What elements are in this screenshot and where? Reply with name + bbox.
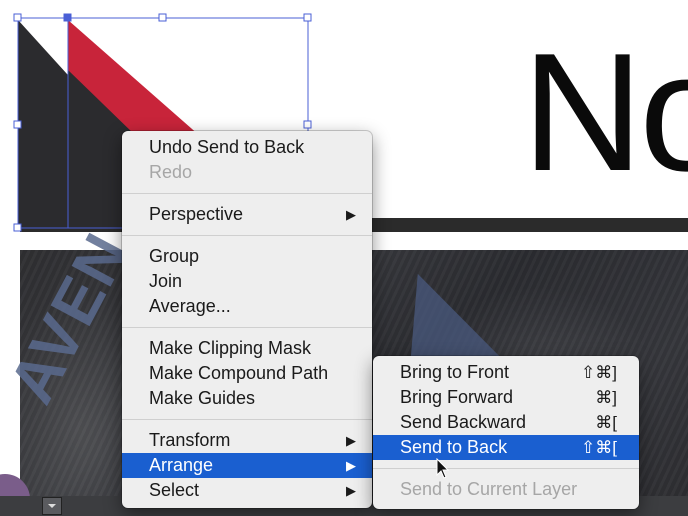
menu-item-label: Bring Forward [400,387,514,407]
menu-item-average[interactable]: Average... [122,294,372,319]
submenu-arrow-icon: ▶ [346,207,356,222]
mouse-pointer-icon [436,458,450,479]
menu-separator [122,419,372,420]
menu-item-group[interactable]: Group [122,244,372,269]
handle-inner-top [63,13,72,22]
handle-top-left [13,13,22,22]
handle-top-mid [158,13,167,22]
shortcut-label: ⇧⌘] [581,363,617,382]
handle-top-right [303,13,312,22]
menu-item-label: Make Clipping Mask [149,338,312,358]
menu-separator [122,235,372,236]
menu-separator [122,327,372,328]
menu-separator [122,193,372,194]
menu-item-arrange[interactable]: Arrange ▶ [122,453,372,478]
handle-bottom-left [13,223,22,232]
menu-item-send-to-back[interactable]: Send to Back ⇧⌘[ [373,435,639,460]
shortcut-label: ⌘[ [595,413,617,432]
menu-item-label: Group [149,246,200,266]
shortcut-label: ⌘] [595,388,617,407]
submenu-arrow-icon: ▶ [346,458,356,473]
menu-item-bring-to-front[interactable]: Bring to Front ⇧⌘] [373,360,639,385]
submenu-arrow-icon: ▶ [346,433,356,448]
menu-item-send-to-current-layer: Send to Current Layer [373,477,639,502]
menu-item-select[interactable]: Select ▶ [122,478,372,503]
menu-separator [373,468,639,469]
menu-item-make-clipping-mask[interactable]: Make Clipping Mask [122,336,372,361]
menu-item-label: Select [149,480,200,500]
menu-item-label: Arrange [149,455,214,475]
menu-item-label: Transform [149,430,231,450]
menu-item-join[interactable]: Join [122,269,372,294]
arrange-submenu: Bring to Front ⇧⌘] Bring Forward ⌘] Send B… [373,356,639,509]
menu-item-bring-forward[interactable]: Bring Forward ⌘] [373,385,639,410]
menu-item-undo-send-to-back[interactable]: Undo Send to Back [122,135,372,160]
menu-item-redo: Redo [122,160,372,185]
menu-item-label: Undo Send to Back [149,137,305,157]
context-menu: Undo Send to Back Redo Perspective ▶ Grou… [122,131,372,508]
menu-item-label: Send Backward [400,412,527,432]
menu-item-label: Average... [149,296,231,316]
menu-item-label: Make Compound Path [149,363,329,383]
menu-item-transform[interactable]: Transform ▶ [122,428,372,453]
handle-mid-left [13,120,22,129]
handle-mid-right [303,120,312,129]
menu-item-label: Make Guides [149,388,256,408]
menu-item-label: Redo [149,162,193,182]
shortcut-label: ⇧⌘[ [581,438,617,457]
menu-item-label: Send to Back [400,437,508,457]
menu-item-label: Send to Current Layer [400,479,578,499]
menu-item-label: Bring to Front [400,362,510,382]
menu-item-label: Join [149,271,183,291]
artboard-nav-dropdown[interactable] [42,497,62,515]
menu-item-send-backward[interactable]: Send Backward ⌘[ [373,410,639,435]
submenu-arrow-icon: ▶ [346,483,356,498]
menu-item-make-guides[interactable]: Make Guides [122,386,372,411]
menu-item-perspective[interactable]: Perspective ▶ [122,202,372,227]
artboard: No AVEN Undo Send to Back Redo Perspecti… [0,0,688,516]
menu-item-label: Perspective [149,204,244,224]
menu-item-make-compound-path[interactable]: Make Compound Path [122,361,372,386]
